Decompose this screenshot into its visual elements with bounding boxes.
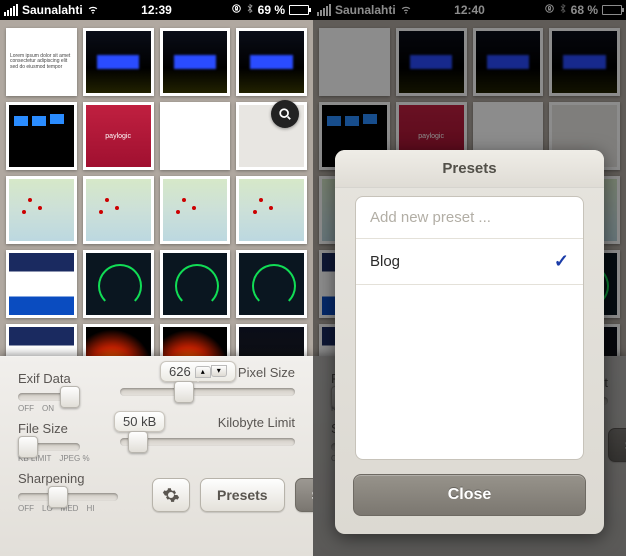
preset-item-label: Blog [370,253,400,270]
sharpening-slider[interactable] [18,488,118,506]
photo-thumb[interactable] [83,28,154,96]
screenshot-right: Saunalahti 12:40 68 % paylogic [313,0,626,556]
bluetooth-icon [246,3,254,17]
filesize-mode-toggle[interactable] [18,438,106,456]
clock-label: 12:39 [0,3,313,17]
photo-thumb[interactable]: paylogic [83,102,154,170]
photo-thumb[interactable] [83,250,154,318]
presets-sheet: Presets Add new preset ... Blog ✓ Close [335,150,604,534]
settings-button[interactable] [152,478,190,512]
filesize-label: File Size [18,421,106,436]
zoom-button[interactable] [271,100,299,128]
presets-button[interactable]: Presets [200,478,285,512]
preset-list: Add new preset ... Blog ✓ [355,196,584,460]
pixel-size-bubble: 626 ▴ ▾ [160,361,236,382]
photo-thumb[interactable] [160,102,231,170]
pixel-size-step-up[interactable]: ▴ [195,366,211,378]
photo-thumb[interactable] [6,176,77,244]
add-preset-field[interactable]: Add new preset ... [356,197,583,239]
settings-panel: Exif Data OFFON 626 ▴ ▾ Pixel Size [0,356,313,556]
exif-label: Exif Data [18,371,106,386]
photo-thumb[interactable] [6,102,77,170]
kb-limit-label: Kilobyte Limit [218,415,295,430]
pixel-size-value: 626 [169,364,191,379]
kb-limit-slider[interactable] [120,433,295,451]
status-bar: Saunalahti 12:39 69 % [0,0,313,20]
gear-icon [162,486,180,504]
close-button[interactable]: Close [353,474,586,516]
photo-thumb[interactable] [160,176,231,244]
check-icon: ✓ [554,251,569,272]
photo-thumb[interactable] [160,28,231,96]
photo-thumb[interactable]: Lorem ipsum dolor sit amet consectetur a… [6,28,77,96]
pixel-size-step-down[interactable]: ▾ [211,365,227,377]
start-button[interactable]: Start [295,478,313,512]
screenshot-left: Saunalahti 12:39 69 % Lorem ipsum dolor … [0,0,313,556]
photo-thumb[interactable] [236,250,307,318]
pixel-size-label: Pixel Size [238,365,295,380]
photo-thumb[interactable] [160,250,231,318]
kb-limit-value: 50 kB [123,414,156,429]
photo-thumb[interactable] [236,176,307,244]
preset-item[interactable]: Blog ✓ [356,239,583,285]
pixel-size-slider[interactable] [120,383,295,401]
battery-icon [289,5,309,15]
search-icon [278,107,292,121]
sharpening-label: Sharpening [18,471,138,486]
exif-toggle[interactable] [18,388,106,406]
photo-thumb[interactable] [6,250,77,318]
photo-thumb[interactable] [236,28,307,96]
sheet-title: Presets [335,150,604,188]
kb-limit-bubble: 50 kB [114,411,165,432]
photo-thumb[interactable] [83,176,154,244]
